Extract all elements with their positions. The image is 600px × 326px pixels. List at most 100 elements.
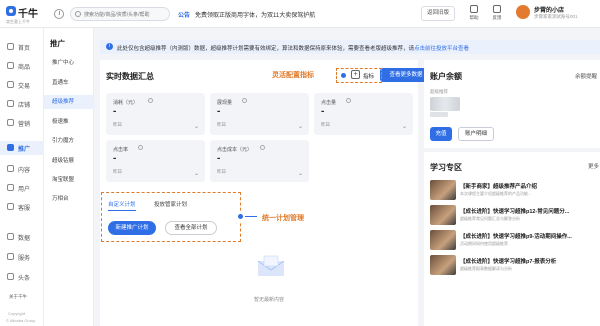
sidebar-item-label: 客服: [18, 206, 31, 212]
sidebar-item-user[interactable]: 用户: [0, 181, 44, 195]
course-title: 【成长进阶】快速学习超推p12-常见问题分...: [460, 209, 570, 215]
help-label: 帮助: [469, 15, 479, 20]
metric-label: 点击量: [321, 100, 337, 106]
plan-management-box: 自定义计划 投放管家计划 新建推广计划 查看全部计划: [101, 192, 241, 242]
course-thumbnail: [430, 230, 456, 250]
sidebar-item-content[interactable]: 内容: [0, 162, 44, 176]
history-icon[interactable]: [54, 9, 64, 19]
main-sidebar: 首页 商品 交易 店铺 营销 推广 内容 用户 客服 数据 服务 头条: [0, 28, 44, 326]
sidebar-item-label: 数据: [18, 236, 31, 242]
sidebar-item-goods[interactable]: 商品: [0, 59, 44, 73]
sidebar-item-marketing[interactable]: 营销: [0, 116, 44, 130]
info-text: 此处仅包含超级推荐（内测版）数据，超级推荐计划需要有效绑定，算法和数据保持原来体…: [117, 44, 469, 52]
qianniu-logo-icon: [6, 6, 16, 16]
feedback-icon: [493, 5, 501, 13]
learning-item[interactable]: 【成长进阶】快速学习超推p7-报表分析 超级推荐报表数据解读与分析: [430, 255, 600, 277]
metric-cost[interactable]: 消耗（元） - 昨日 ⌄: [106, 93, 205, 135]
metric-value: -: [113, 153, 117, 164]
qianniu-logo[interactable]: 千牛 卖生意上千牛: [6, 4, 40, 26]
info-link[interactable]: 点击前往投放平台查看: [414, 46, 469, 52]
sidebar-item-label: 营销: [18, 122, 31, 128]
user-icon: [7, 184, 14, 191]
about-link[interactable]: 关于千牛: [9, 294, 27, 300]
question-icon[interactable]: [148, 98, 153, 103]
subnav-item-super-recommend[interactable]: 超级推荐: [44, 95, 94, 109]
course-title: 【成长进阶】快速学习超推p7-报表分析: [460, 259, 557, 265]
sidebar-item-label: 用户: [18, 187, 31, 193]
annotation-dot: [236, 212, 245, 221]
realtime-title: 实时数据汇总: [106, 72, 154, 81]
top-bar: 千牛 卖生意上千牛 公告 免费领取正版商用字体，为双11大卖保驾护航 返回旧版 …: [0, 0, 600, 28]
feedback-button[interactable]: 反馈: [488, 5, 506, 25]
promote-icon: [7, 144, 14, 151]
course-thumbnail: [430, 205, 456, 225]
tab-managed-plan[interactable]: 投放管家计划: [154, 200, 187, 208]
subnav-item-super-diamond[interactable]: 超级钻展: [44, 154, 94, 168]
recharge-button[interactable]: 充值: [430, 127, 452, 141]
metric-sub: 昨日: [113, 122, 122, 127]
course-desc: 超级推荐常见问题汇总与解答分析: [460, 216, 520, 221]
sidebar-item-label: 推广: [18, 147, 31, 153]
metric-impressions[interactable]: 展现量 - 昨日 ⌄: [210, 93, 309, 135]
metric-sub: 昨日: [113, 169, 122, 174]
sidebar-item-shop[interactable]: 店铺: [0, 97, 44, 111]
search-box[interactable]: [70, 7, 170, 21]
balance-sub-label: 超级推荐: [430, 89, 448, 94]
course-desc: 超级推荐报表数据解读与分析: [460, 266, 512, 271]
subnav-item-alliance[interactable]: 淘宝联盟: [44, 173, 94, 187]
question-icon[interactable]: [346, 98, 351, 103]
learning-more-link[interactable]: 更多: [588, 162, 599, 170]
sidebar-item-services[interactable]: 服务: [0, 250, 44, 264]
question-icon[interactable]: [260, 145, 265, 150]
info-banner: i 此处仅包含超级推荐（内测版）数据，超级推荐计划需要有效绑定，算法和数据保持原…: [100, 40, 600, 54]
metric-ctr[interactable]: 点击率 - 昨日 ⌄: [106, 140, 205, 182]
sidebar-item-news[interactable]: 头条: [0, 270, 44, 284]
shop-name[interactable]: 步霄的小店: [534, 5, 564, 14]
subnav-item-magic-cube[interactable]: 引力魔方: [44, 134, 94, 148]
metric-label: 点击成本（元）: [217, 147, 253, 153]
help-button[interactable]: 帮助: [465, 5, 483, 25]
balance-reminder-link[interactable]: 余额提醒: [575, 72, 597, 80]
sidebar-item-trade[interactable]: 交易: [0, 78, 44, 92]
question-icon[interactable]: [242, 98, 247, 103]
account-detail-button[interactable]: 账户明细: [458, 127, 494, 141]
help-icon: [470, 5, 478, 13]
learning-item[interactable]: 【成长进阶】快速学习超推p12-常见问题分... 超级推荐常见问题汇总与解答分析: [430, 205, 600, 227]
course-thumbnail: [430, 180, 456, 200]
subnav-item-fast-push[interactable]: 极速推: [44, 115, 94, 129]
tab-custom-plan[interactable]: 自定义计划: [108, 200, 136, 211]
news-icon: [7, 273, 14, 280]
logo-tagline: 卖生意上千牛: [6, 19, 30, 24]
avatar[interactable]: [516, 5, 530, 19]
sidebar-item-home[interactable]: 首页: [0, 40, 44, 54]
subnav-item-ztc[interactable]: 直通车: [44, 76, 94, 90]
sidebar-item-label: 内容: [18, 168, 31, 174]
balance-amount-blurred: [430, 97, 460, 111]
learning-item[interactable]: 【成长进阶】快速学习超推p9-活动期间操作... 活动期间如何使用超级推荐: [430, 230, 600, 252]
metric-clicks[interactable]: 点击量 - 昨日 ⌄: [314, 93, 413, 135]
data-icon: [7, 233, 14, 240]
notice-text[interactable]: 免费领取正版商用字体，为双11大卖保驾护航: [195, 10, 315, 19]
search-input[interactable]: [84, 10, 168, 19]
metric-sub: 昨日: [217, 122, 226, 127]
notice-label: 公告: [178, 13, 191, 19]
question-icon[interactable]: [138, 145, 143, 150]
trade-icon: [7, 81, 14, 88]
return-old-version-button[interactable]: 返回旧版: [421, 6, 455, 21]
goods-icon: [7, 62, 14, 69]
subnav-item-center[interactable]: 推广中心: [44, 56, 94, 70]
view-all-plans-button[interactable]: 查看全部计划: [165, 221, 217, 235]
marketing-icon: [7, 119, 14, 126]
metric-cpc[interactable]: 点击成本（元） - 昨日 ⌄: [210, 140, 309, 182]
info-message: 此处仅包含超级推荐（内测版）数据，超级推荐计划需要有效绑定，算法和数据保持原来体…: [117, 46, 415, 52]
new-plan-button[interactable]: 新建推广计划: [108, 221, 156, 235]
chevron-down-icon: ⌄: [401, 124, 407, 130]
sidebar-item-service[interactable]: 客服: [0, 200, 44, 214]
sidebar-item-data[interactable]: 数据: [0, 230, 44, 244]
learning-item[interactable]: 【新手商家】超级推荐产品介绍 本次课程主要介绍超级推荐的产品功能...: [430, 180, 600, 202]
subnav-item-wanxiangtai[interactable]: 万相台: [44, 192, 94, 206]
annotation-plan-manage: 统一计划管理: [262, 215, 304, 222]
course-desc: 活动期间如何使用超级推荐: [460, 241, 508, 246]
sidebar-item-promote[interactable]: 推广: [0, 141, 44, 155]
course-desc: 本次课程主要介绍超级推荐的产品功能...: [460, 191, 532, 196]
